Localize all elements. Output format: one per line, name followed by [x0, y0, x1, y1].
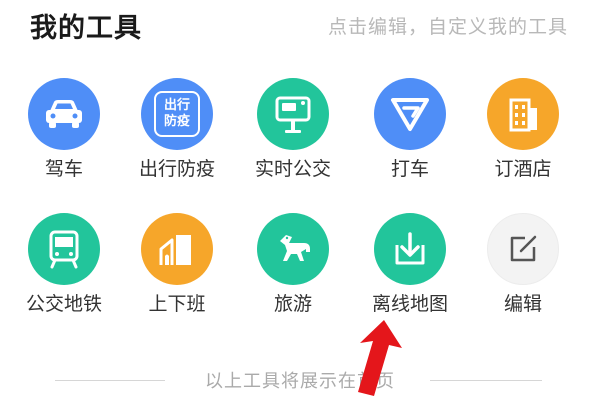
horse-icon — [257, 213, 329, 285]
tool-label: 打车 — [390, 158, 429, 180]
tool-label: 离线地图 — [371, 293, 448, 315]
epidemic-icon-text-bottom: 防疫 — [163, 114, 190, 129]
tool-label: 出行防疫 — [138, 158, 215, 180]
edit-icon — [487, 213, 559, 285]
tool-label: 编辑 — [503, 293, 542, 315]
tool-drive[interactable]: 驾车 — [9, 78, 119, 198]
tool-epidemic[interactable]: 出行 防疫 出行防疫 — [122, 78, 232, 198]
pointer-arrow-icon — [340, 318, 404, 402]
epidemic-icon: 出行 防疫 — [141, 78, 213, 150]
commute-icon — [141, 213, 213, 285]
footer-divider-right — [430, 380, 542, 381]
tool-subway[interactable]: 公交地铁 — [9, 213, 119, 333]
tool-label: 驾车 — [44, 158, 83, 180]
tool-label: 订酒店 — [494, 158, 552, 180]
tool-realtime-bus[interactable]: 实时公交 — [238, 78, 348, 198]
taxi-icon — [374, 78, 446, 150]
tool-label: 实时公交 — [254, 158, 331, 180]
download-icon — [374, 213, 446, 285]
bus-stop-icon — [257, 78, 329, 150]
tool-label: 公交地铁 — [25, 293, 102, 315]
hotel-icon — [487, 78, 559, 150]
tool-commute[interactable]: 上下班 — [122, 213, 232, 333]
epidemic-icon-text-top: 出行 — [163, 98, 190, 113]
car-icon — [28, 78, 100, 150]
subway-icon — [28, 213, 100, 285]
tool-hotel[interactable]: 订酒店 — [468, 78, 578, 198]
tool-taxi[interactable]: 打车 — [355, 78, 465, 198]
tool-offline-map[interactable]: 离线地图 — [355, 213, 465, 333]
tools-grid: 驾车 出行 防疫 出行防疫 实时公交 打车 订酒店 公交地铁 上下班 旅游 离线… — [0, 0, 600, 398]
tool-label: 旅游 — [273, 293, 312, 315]
tool-edit[interactable]: 编辑 — [468, 213, 578, 333]
tool-label: 上下班 — [148, 293, 206, 315]
tool-travel[interactable]: 旅游 — [238, 213, 348, 333]
